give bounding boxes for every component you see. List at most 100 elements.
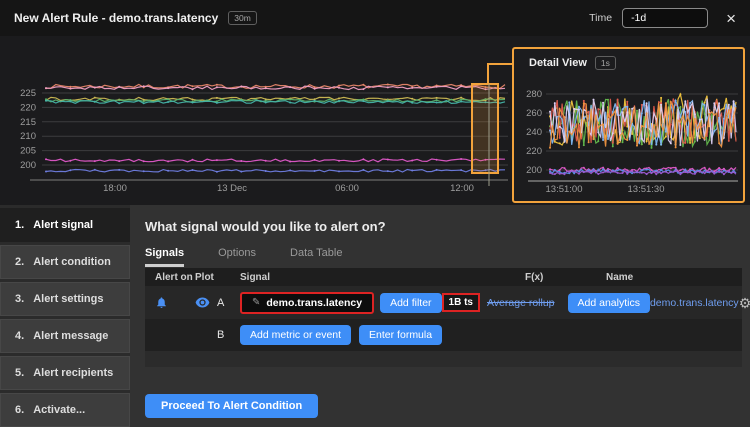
series-point [718, 169, 720, 171]
series-point [411, 85, 413, 87]
series-point [684, 171, 686, 173]
series-point [362, 84, 364, 86]
series-point [660, 144, 662, 146]
eye-icon[interactable] [195, 297, 210, 308]
series-point [612, 171, 614, 173]
series-point [45, 158, 47, 160]
gear-icon[interactable]: ⚙ [739, 296, 750, 310]
series-point [554, 139, 556, 141]
series-point [460, 158, 462, 160]
series-point [626, 106, 628, 108]
sidebar-step-alert-recipients[interactable]: 5.Alert recipients [0, 356, 130, 390]
series-point [118, 102, 120, 104]
signal-metric-pill[interactable]: ✎ demo.trans.latency [240, 292, 374, 314]
proceed-button[interactable]: Proceed To Alert Condition [145, 394, 318, 418]
series-point [617, 99, 619, 101]
series-point [460, 97, 462, 99]
series-point [588, 111, 590, 113]
enter-formula-button[interactable]: Enter formula [359, 325, 442, 345]
series-point [612, 114, 614, 116]
series-point [626, 173, 628, 175]
sidebar-step-activate[interactable]: 6.Activate... [0, 393, 130, 427]
series-point [636, 145, 638, 147]
series-point [704, 170, 706, 172]
series-point [626, 139, 628, 141]
signal-table-footer-strip [145, 351, 742, 367]
signal-cell-b: Add metric or event Enter formula [240, 325, 520, 345]
series-point [583, 144, 585, 146]
series-point [289, 169, 291, 171]
series-point [597, 108, 599, 110]
close-icon[interactable]: × [726, 10, 736, 27]
sidebar-step-alert-settings[interactable]: 3.Alert settings [0, 282, 130, 316]
series-point [265, 102, 267, 104]
series-point [559, 126, 561, 128]
series-point [646, 173, 648, 175]
series-point [636, 171, 638, 173]
series-point [118, 169, 120, 171]
tab-signals[interactable]: Signals [145, 247, 184, 267]
sidebar-step-alert-condition[interactable]: 2.Alert condition [0, 245, 130, 279]
series-point [641, 113, 643, 115]
series-point [554, 173, 556, 175]
series-point [713, 128, 715, 130]
series-point [387, 100, 389, 102]
header-name: Name [606, 272, 742, 283]
series-point [192, 85, 194, 87]
add-filter-button[interactable]: Add filter [380, 293, 441, 313]
series-point [192, 159, 194, 161]
series-point [665, 131, 667, 133]
detail-selection-region[interactable] [472, 84, 498, 173]
signal-row-b: B Add metric or event Enter formula [145, 319, 742, 351]
step-label: Alert settings [33, 293, 103, 305]
series-point [655, 173, 657, 175]
series-point [655, 135, 657, 137]
series-point [670, 142, 672, 144]
signal-table: Alert on Plot Signal F(x) Name [145, 268, 742, 367]
sidebar-step-alert-signal[interactable]: 1.Alert signal [0, 208, 130, 242]
signal-name-link[interactable]: demo.trans.latency [650, 297, 739, 309]
header-fx: F(x) [520, 272, 606, 283]
tab-data-table[interactable]: Data Table [290, 247, 342, 267]
series-point [45, 87, 47, 89]
series-point [612, 132, 614, 134]
add-metric-button[interactable]: Add metric or event [240, 325, 351, 345]
y-tick-label: 225 [20, 88, 36, 99]
series-point [216, 86, 218, 88]
series-point [94, 169, 96, 171]
signal-table-header-row: Alert on Plot Signal F(x) Name [145, 268, 742, 286]
detail-view-header: Detail View 1s [514, 49, 743, 70]
add-analytics-button[interactable]: Add analytics [568, 293, 650, 313]
series-point [387, 159, 389, 161]
series-point [578, 173, 580, 175]
bell-icon[interactable] [155, 296, 168, 309]
series-point [362, 169, 364, 171]
series-point [689, 102, 691, 104]
series-point [670, 124, 672, 126]
series-point [143, 102, 145, 104]
series-point [69, 88, 71, 90]
sidebar-step-alert-message[interactable]: 4.Alert message [0, 319, 130, 353]
series-point [679, 169, 681, 171]
y-tick-label: 200 [20, 160, 36, 171]
rollup-link[interactable]: Average rollup [487, 297, 555, 309]
series-point [45, 100, 47, 102]
step-number: 2. [15, 256, 24, 268]
series-point [679, 116, 681, 118]
resolution-badge: 1s [595, 56, 616, 70]
tab-options[interactable]: Options [218, 247, 256, 267]
series-point [411, 102, 413, 104]
step-label: Alert recipients [33, 367, 113, 379]
series-point [289, 86, 291, 88]
series-point [631, 120, 633, 122]
series-point [660, 104, 662, 106]
step-label: Alert signal [33, 219, 93, 231]
series-point [665, 171, 667, 173]
series-point [362, 88, 364, 90]
series-point [192, 102, 194, 104]
time-range-input[interactable] [622, 8, 708, 28]
series-point [708, 139, 710, 141]
series-point [708, 113, 710, 115]
y-tick-label: 260 [526, 108, 542, 119]
series-point [593, 170, 595, 172]
